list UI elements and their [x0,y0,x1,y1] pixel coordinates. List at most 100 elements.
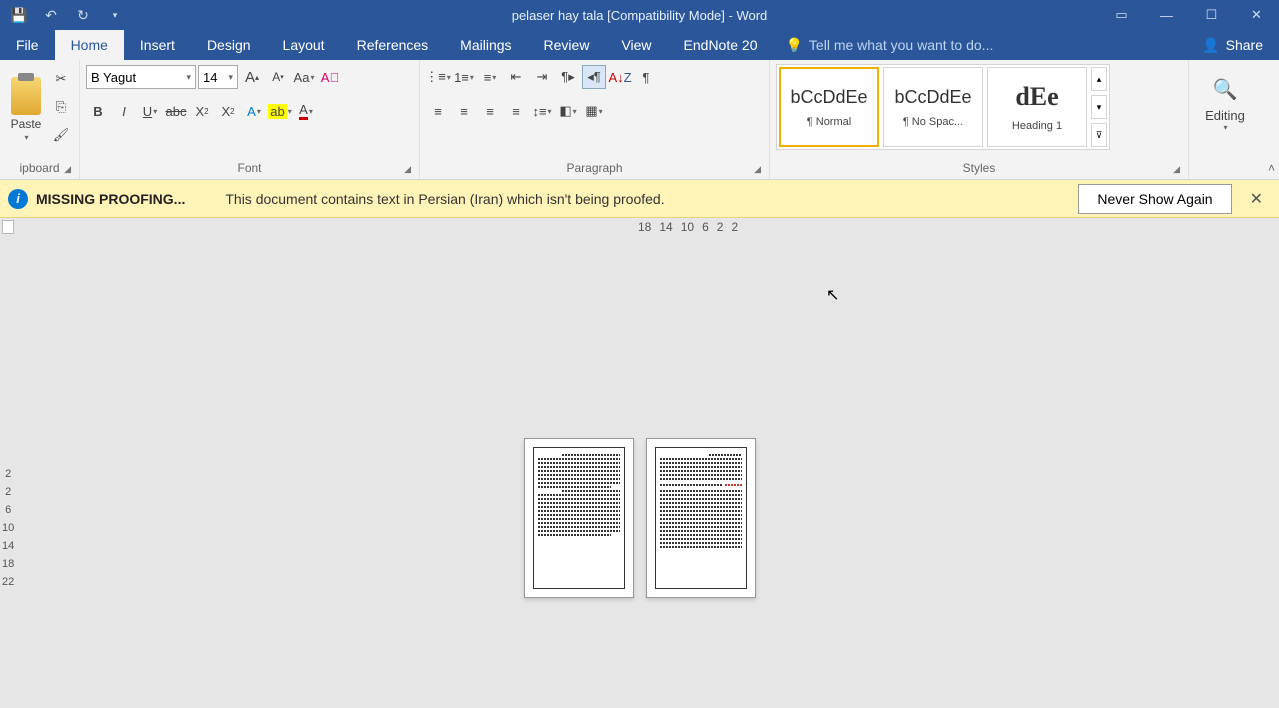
never-show-again-button[interactable]: Never Show Again [1078,184,1231,214]
increase-font-button[interactable]: A▴ [240,65,264,89]
align-center-button[interactable]: ≡ [452,99,476,123]
proofing-bar: i MISSING PROOFING... This document cont… [0,180,1279,218]
numbering-button[interactable]: 1≡▾ [452,65,476,89]
ribbon-tabs: File Home Insert Design Layout Reference… [0,30,1279,60]
line-spacing-button[interactable]: ↕≡▾ [530,99,554,123]
style-preview: dEe [1015,82,1058,112]
share-icon: 👤 [1202,37,1219,54]
styles-gallery: bCcDdEe ¶ Normal bCcDdEe ¶ No Spac... dE… [776,64,1110,150]
font-color-button[interactable]: A▾ [294,99,318,123]
subscript-button[interactable]: X2 [190,99,214,123]
minimize-icon[interactable]: — [1144,0,1189,30]
proofing-title: MISSING PROOFING... [36,191,185,207]
group-paragraph: ⋮≡▾ 1≡▾ ≡▾ ⇤ ⇥ ¶▸ ◂¶ A↓Z ¶ ≡ ≡ ≡ ≡ ↕≡▾ ◧… [420,60,770,179]
justify-button[interactable]: ≡ [504,99,528,123]
vertical-ruler[interactable]: 2 2 6 10 14 18 22 [0,238,18,708]
style-normal[interactable]: bCcDdEe ¶ Normal [779,67,879,147]
share-label: Share [1226,37,1263,53]
gallery-up-icon[interactable]: ▴ [1091,67,1107,91]
ruler-corner [2,220,14,234]
dialog-launcher-icon[interactable]: ◢ [404,164,411,175]
gallery-down-icon[interactable]: ▾ [1091,95,1107,119]
decrease-font-button[interactable]: A▾ [266,65,290,89]
search-icon: 🔍 [1213,77,1238,102]
qat-customize-icon[interactable]: ▾ [102,3,128,27]
close-proofing-icon[interactable]: ✕ [1242,185,1271,213]
undo-icon[interactable]: ↶ [38,3,64,27]
change-case-button[interactable]: Aa▾ [292,65,316,89]
collapse-ribbon-icon[interactable]: ˄ [1268,161,1275,175]
italic-button[interactable]: I [112,99,136,123]
tab-mailings[interactable]: Mailings [444,30,527,60]
tab-insert[interactable]: Insert [124,30,191,60]
redo-icon[interactable]: ↻ [70,3,96,27]
clear-formatting-button[interactable]: A⃠ [318,65,342,89]
chevron-down-icon: ▾ [224,72,233,83]
tell-me-search[interactable]: 💡 Tell me what you want to do... [773,37,1186,54]
multilevel-list-button[interactable]: ≡▾ [478,65,502,89]
font-size-value: 14 [203,70,217,85]
font-name-combo[interactable]: B Yagut ▾ [86,65,196,89]
style-heading-1[interactable]: dEe Heading 1 [987,67,1087,147]
format-painter-button[interactable]: 🖌 [50,124,72,146]
borders-button[interactable]: ▦▾ [582,99,606,123]
info-icon: i [8,189,28,209]
dialog-launcher-icon[interactable]: ◢ [754,164,761,175]
highlight-button[interactable]: ab▾ [268,99,292,123]
gallery-scroll: ▴ ▾ ⊽ [1091,67,1107,147]
tab-review[interactable]: Review [528,30,606,60]
paste-icon [11,77,41,115]
find-button[interactable]: 🔍 Editing ▾ [1195,64,1255,144]
window-controls: ▭ — ☐ ✕ [1099,0,1279,30]
show-marks-button[interactable]: ¶ [634,65,658,89]
close-icon[interactable]: ✕ [1234,0,1279,30]
style-preview: bCcDdEe [894,87,971,108]
shading-button[interactable]: ◧▾ [556,99,580,123]
rtl-direction-button[interactable]: ◂¶ [582,65,606,89]
ltr-direction-button[interactable]: ¶▸ [556,65,580,89]
dialog-launcher-icon[interactable]: ◢ [1173,164,1180,175]
tab-design[interactable]: Design [191,30,267,60]
decrease-indent-button[interactable]: ⇤ [504,65,528,89]
copy-button[interactable]: ⎘ [50,96,72,118]
dialog-launcher-icon[interactable]: ◢ [64,164,71,175]
clipboard-label: ipboard ◢ [6,159,73,177]
tab-home[interactable]: Home [55,30,124,60]
editing-group-label [1195,159,1273,177]
save-icon[interactable]: 💾 [6,3,32,27]
share-button[interactable]: 👤 Share [1186,37,1279,54]
align-left-button[interactable]: ≡ [426,99,450,123]
tab-file[interactable]: File [0,30,55,60]
bold-button[interactable]: B [86,99,110,123]
lightbulb-icon: 💡 [785,37,802,54]
style-name: Heading 1 [1012,120,1062,132]
gallery-more-icon[interactable]: ⊽ [1091,123,1107,147]
paragraph-label: Paragraph ◢ [426,159,763,177]
document-area[interactable]: 18 14 10 6 2 2 2 2 6 10 14 18 22 [0,218,1279,708]
tab-layout[interactable]: Layout [267,30,341,60]
superscript-button[interactable]: X2 [216,99,240,123]
paste-button[interactable]: Paste ▾ [6,64,46,154]
strikethrough-button[interactable]: abc [164,99,188,123]
style-name: ¶ No Spac... [903,116,963,128]
cut-button[interactable]: ✂ [50,68,72,90]
tab-references[interactable]: References [341,30,445,60]
ribbon: Paste ▾ ✂ ⎘ 🖌 ipboard ◢ B Yagut ▾ 14 [0,60,1279,180]
maximize-icon[interactable]: ☐ [1189,0,1234,30]
bullets-button[interactable]: ⋮≡▾ [426,65,450,89]
underline-button[interactable]: U▾ [138,99,162,123]
sort-button[interactable]: A↓Z [608,65,632,89]
tab-view[interactable]: View [605,30,667,60]
page-thumbnail[interactable] [646,438,756,598]
ribbon-options-icon[interactable]: ▭ [1099,0,1144,30]
tab-endnote[interactable]: EndNote 20 [668,30,774,60]
group-editing: 🔍 Editing ▾ [1189,60,1279,179]
text-effects-button[interactable]: A▾ [242,99,266,123]
style-name: ¶ Normal [807,116,851,128]
style-no-spacing[interactable]: bCcDdEe ¶ No Spac... [883,67,983,147]
horizontal-ruler[interactable]: 18 14 10 6 2 2 [18,218,1279,238]
page-thumbnail[interactable] [524,438,634,598]
align-right-button[interactable]: ≡ [478,99,502,123]
font-size-combo[interactable]: 14 ▾ [198,65,238,89]
increase-indent-button[interactable]: ⇥ [530,65,554,89]
